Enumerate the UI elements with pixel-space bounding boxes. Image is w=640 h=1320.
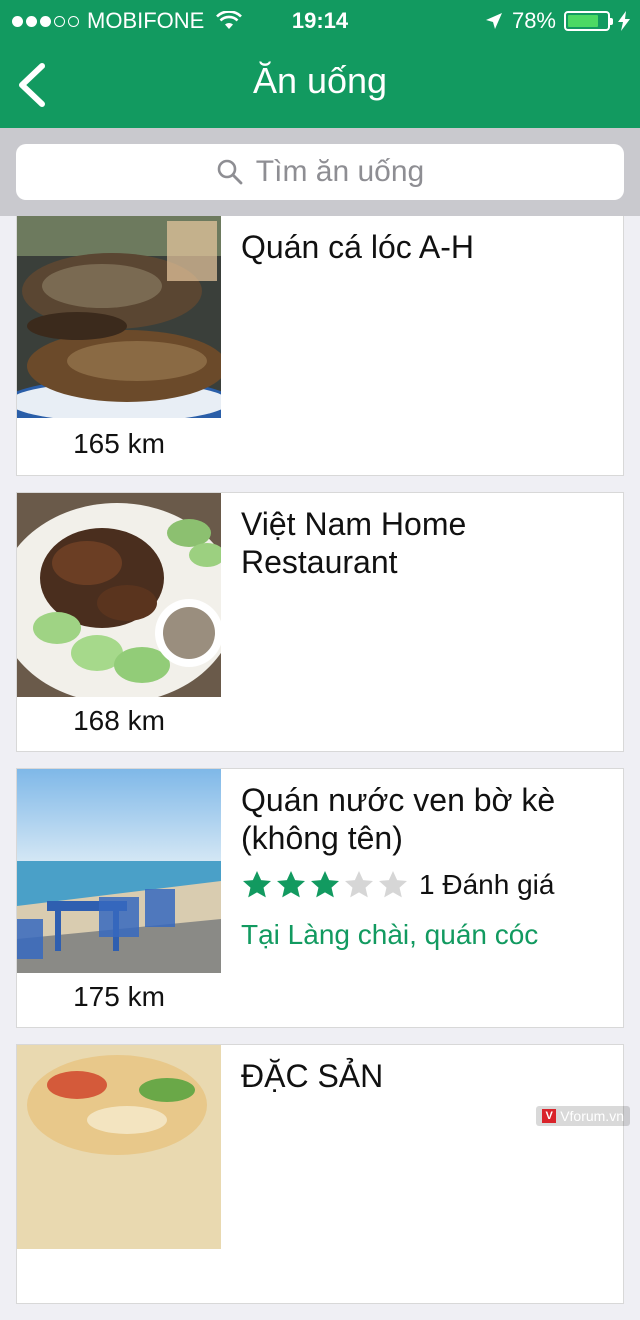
search-placeholder: Tìm ăn uống bbox=[255, 155, 425, 188]
battery-icon bbox=[564, 11, 613, 31]
star-empty-icon bbox=[379, 871, 407, 898]
star-rating bbox=[241, 869, 409, 901]
app-header: MOBIFONE 19:14 78% Ăn uống bbox=[0, 0, 640, 128]
battery-level bbox=[568, 15, 598, 27]
review-count: 1 Đánh giá bbox=[419, 869, 555, 900]
star-filled-icon bbox=[243, 871, 271, 898]
food-thumbnail-noodles bbox=[17, 1045, 221, 1249]
location-arrow-icon bbox=[485, 13, 502, 29]
status-bar: MOBIFONE 19:14 78% bbox=[0, 0, 640, 40]
place-tags: Tại Làng chài, quán cóc bbox=[241, 919, 539, 950]
restaurant-list: 165 km Quán cá lóc A-H 168 km Việt Nam H… bbox=[16, 216, 624, 1320]
rating-row: 1 Đánh giá bbox=[241, 869, 607, 901]
place-info: Quán nước ven bờ kè (không tên) 1 Đánh g… bbox=[241, 781, 607, 951]
page-title: Ăn uống bbox=[252, 60, 388, 101]
list-item[interactable]: 165 km Quán cá lóc A-H bbox=[16, 216, 624, 476]
distance-label: 168 km bbox=[73, 705, 165, 736]
food-thumbnail-meat-plate bbox=[17, 493, 221, 697]
distance-label: 165 km bbox=[73, 428, 165, 459]
status-right: 78% bbox=[484, 8, 630, 34]
battery-percent: 78% bbox=[511, 8, 556, 33]
place-name: Quán cá lóc A-H bbox=[241, 229, 474, 265]
star-filled-icon bbox=[311, 871, 339, 898]
place-name: Quán nước ven bờ kè (không tên) bbox=[241, 782, 556, 856]
search-bar-container: Tìm ăn uống bbox=[0, 128, 640, 216]
star-empty-icon bbox=[345, 871, 373, 898]
place-info: ĐẶC SẢN bbox=[241, 1057, 607, 1095]
list-item[interactable]: 175 km Quán nước ven bờ kè (không tên) 1… bbox=[16, 768, 624, 1028]
watermark: V Vforum.vn bbox=[536, 1106, 630, 1126]
place-info: Việt Nam Home Restaurant bbox=[241, 505, 607, 581]
food-thumbnail-grilled-fish bbox=[17, 216, 221, 418]
list-item[interactable]: ĐẶC SẢN bbox=[16, 1044, 624, 1304]
vforum-logo-icon: V bbox=[542, 1109, 557, 1123]
beach-cafe-thumbnail bbox=[17, 769, 221, 973]
list-item[interactable]: 168 km Việt Nam Home Restaurant bbox=[16, 492, 624, 752]
search-input[interactable]: Tìm ăn uống bbox=[16, 144, 624, 200]
place-name: Việt Nam Home Restaurant bbox=[241, 506, 467, 580]
search-icon bbox=[217, 159, 243, 185]
place-info: Quán cá lóc A-H bbox=[241, 228, 607, 266]
watermark-text: Vforum.vn bbox=[560, 1108, 624, 1124]
distance-label: 175 km bbox=[73, 981, 165, 1012]
place-name: ĐẶC SẢN bbox=[241, 1058, 384, 1094]
star-filled-icon bbox=[277, 871, 305, 898]
charging-bolt-icon bbox=[618, 11, 630, 31]
